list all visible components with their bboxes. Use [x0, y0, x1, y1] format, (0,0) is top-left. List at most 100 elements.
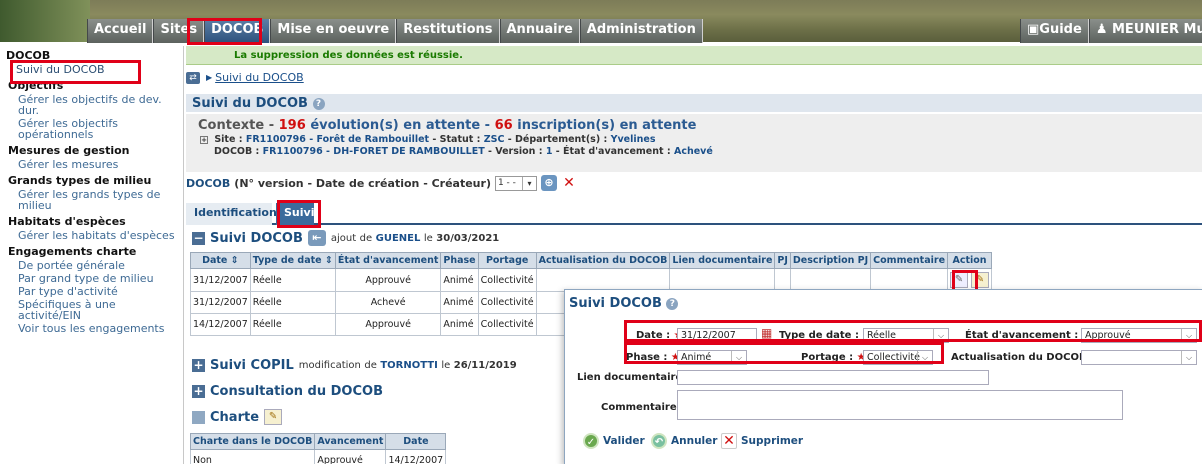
- context-site-line: + Site : FR1100796 - Forêt de Rambouille…: [200, 134, 656, 145]
- supprimer-button[interactable]: ✕ Supprimer: [721, 433, 803, 449]
- etat-select[interactable]: Approuvé ⌵: [1081, 328, 1197, 343]
- sidebar-item-tous-engagements[interactable]: Voir tous les engagements: [0, 322, 183, 335]
- edit-charte-icon[interactable]: ✎: [264, 409, 283, 425]
- sidebar: DOCOB Suivi du DOCOB Objectifs Gérer les…: [0, 46, 184, 464]
- sidebar-item-specifiques[interactable]: Spécifiques à une activité/EIN: [0, 298, 183, 322]
- sidebar-head-habitats: Habitats d'espèces: [8, 215, 126, 228]
- collapse-icon[interactable]: [192, 410, 205, 424]
- col-portage: Portage: [477, 252, 537, 269]
- guide-icon: ▣: [1027, 22, 1040, 37]
- main-nav: Accueil Sites DOCOB Mise en oeuvre Resti…: [87, 19, 703, 43]
- edit-icon[interactable]: ✎: [971, 272, 990, 288]
- sidebar-item-objectifs-ope[interactable]: Gérer les objectifs opérationnels: [0, 117, 183, 141]
- nav-mise-en-oeuvre[interactable]: Mise en oeuvre: [270, 19, 397, 43]
- top-banner: Accueil Sites DOCOB Mise en oeuvre Resti…: [0, 0, 1202, 43]
- copil-note: modification de TORNOTTI le 26/11/2019: [298, 360, 517, 371]
- col-commentaire: Commentaire: [870, 252, 949, 269]
- chevron-down-icon: ⌵: [933, 329, 948, 342]
- etat-label: État d'avancement : ★: [965, 330, 1091, 341]
- actualisation-label: Actualisation du DOCOB :: [951, 352, 1095, 363]
- type-date-select[interactable]: Réelle ⌵: [863, 328, 949, 343]
- collapse-icon[interactable]: −: [192, 231, 205, 245]
- sidebar-head-engagements: Engagements charte: [8, 245, 137, 258]
- phase-select[interactable]: Animé ⌵: [677, 350, 747, 365]
- context-docob-line: DOCOB : FR1100796 - DH-FORET DE RAMBOUIL…: [214, 146, 713, 157]
- lien-label: Lien documentaire :: [577, 372, 690, 383]
- swap-icon[interactable]: ⇄: [186, 71, 200, 84]
- sidebar-item-portee-generale[interactable]: De portée générale: [0, 259, 183, 272]
- breadcrumb: ⇄ ▶ Suivi du DOCOB: [186, 71, 304, 84]
- nav-sites[interactable]: Sites: [153, 19, 205, 43]
- valider-button[interactable]: ✓ Valider: [583, 433, 645, 449]
- chevron-down-icon: ⌵: [1181, 351, 1196, 364]
- suivi-note: ajout de GUENEL le 30/03/2021: [330, 232, 500, 244]
- add-suivi-icon[interactable]: ⇤: [307, 230, 326, 246]
- commentaire-label: Commentaire :: [601, 402, 685, 413]
- nav-annuaire[interactable]: Annuaire: [499, 19, 580, 43]
- undo-icon: ↶: [651, 433, 667, 449]
- nav-administration[interactable]: Administration: [579, 19, 703, 43]
- col-date[interactable]: Date ⇕: [190, 252, 251, 269]
- sidebar-head-milieu: Grands types de milieu: [8, 174, 152, 187]
- sidebar-item-suivi-docob[interactable]: Suivi du DOCOB: [0, 63, 183, 76]
- section-suivi-docob: − Suivi DOCOB ⇤ ajout de GUENEL le 30/03…: [192, 230, 500, 246]
- breadcrumb-link-suivi[interactable]: Suivi du DOCOB: [215, 71, 304, 84]
- date-field[interactable]: 31/12/2007: [677, 328, 757, 343]
- chevron-down-icon: ⌵: [917, 351, 932, 364]
- tab-identification[interactable]: Identification: [186, 203, 277, 225]
- sidebar-item-type-activite[interactable]: Par type d'activité: [0, 285, 183, 298]
- tab-bar: Identification Suivi: [186, 203, 1202, 225]
- col-lien: Lien documentaire: [669, 252, 776, 269]
- section-suivi-copil: + Suivi COPIL modification de TORNOTTI l…: [192, 358, 517, 373]
- nav-accueil[interactable]: Accueil: [87, 19, 154, 43]
- section-consultation: + Consultation du DOCOB: [192, 384, 383, 399]
- table-row: Non Approuvé 14/12/2007: [189, 449, 447, 464]
- col-description-pj: Description PJ: [789, 252, 872, 269]
- docob-version-select[interactable]: 1 - - ▾: [494, 175, 537, 191]
- col-type-date[interactable]: Type de date ⇕: [249, 252, 336, 269]
- help-icon[interactable]: ?: [312, 97, 325, 110]
- delete-version-icon[interactable]: ✕: [560, 175, 577, 191]
- tab-suivi[interactable]: Suivi: [276, 203, 314, 225]
- expand-icon[interactable]: +: [192, 385, 205, 398]
- calendar-icon[interactable]: ▦: [761, 326, 772, 340]
- commentaire-textarea[interactable]: [677, 390, 1123, 420]
- sidebar-item-grand-type[interactable]: Par grand type de milieu: [0, 272, 183, 285]
- table-header-row: Charte dans le DOCOB Avancement Date: [189, 433, 447, 450]
- nav-guide[interactable]: ▣Guide: [1020, 19, 1089, 43]
- success-message: La suppression des données est réussie.: [186, 46, 1202, 65]
- breadcrumb-arrow-icon: ▶: [206, 73, 213, 82]
- add-version-icon[interactable]: ⊕: [540, 175, 557, 191]
- sidebar-item-objectifs-dev[interactable]: Gérer les objectifs de dev. dur.: [0, 93, 183, 117]
- sidebar-head-objectifs: Objectifs: [8, 79, 64, 92]
- chevron-down-icon: ▾: [521, 176, 536, 190]
- nav-docob[interactable]: DOCOB: [204, 19, 271, 43]
- banner-image: [0, 0, 90, 42]
- col-actualisation: Actualisation du DOCOB: [535, 252, 671, 269]
- sidebar-item-habitats[interactable]: Gérer les habitats d'espèces: [0, 229, 183, 242]
- date-label: Date : ★: [636, 330, 683, 341]
- nav-user[interactable]: ♟ MEUNIER Muri: [1088, 19, 1202, 43]
- section-charte: Charte ✎: [192, 409, 283, 425]
- expand-icon[interactable]: +: [200, 136, 208, 144]
- dialog-title: Suivi DOCOB ?: [569, 296, 679, 311]
- col-phase: Phase: [440, 252, 479, 269]
- context-summary: Contexte - 196 évolution(s) en attente -…: [198, 118, 697, 133]
- view-icon[interactable]: ✎: [950, 272, 969, 288]
- lien-input[interactable]: [677, 370, 989, 385]
- actualisation-select[interactable]: ⌵: [1081, 350, 1197, 365]
- sidebar-item-mesures[interactable]: Gérer les mesures: [0, 158, 183, 171]
- charte-table: Charte dans le DOCOB Avancement Date Non…: [189, 433, 447, 464]
- sidebar-head-mesures: Mesures de gestion: [8, 144, 130, 157]
- portage-select[interactable]: Collectivité ⌵: [863, 350, 933, 365]
- help-icon[interactable]: ?: [666, 297, 679, 310]
- sidebar-item-milieu[interactable]: Gérer les grands types de milieu: [0, 188, 183, 212]
- chevron-down-icon: ⌵: [1181, 329, 1196, 342]
- sidebar-title: DOCOB: [6, 49, 51, 62]
- expand-icon[interactable]: +: [192, 359, 205, 372]
- annuler-button[interactable]: ↶ Annuler: [651, 433, 717, 449]
- context-panel: Contexte - 196 évolution(s) en attente -…: [186, 114, 1202, 172]
- phase-label: Phase : ★: [626, 352, 680, 363]
- chevron-down-icon: ⌵: [731, 351, 746, 364]
- nav-restitutions[interactable]: Restitutions: [396, 19, 500, 43]
